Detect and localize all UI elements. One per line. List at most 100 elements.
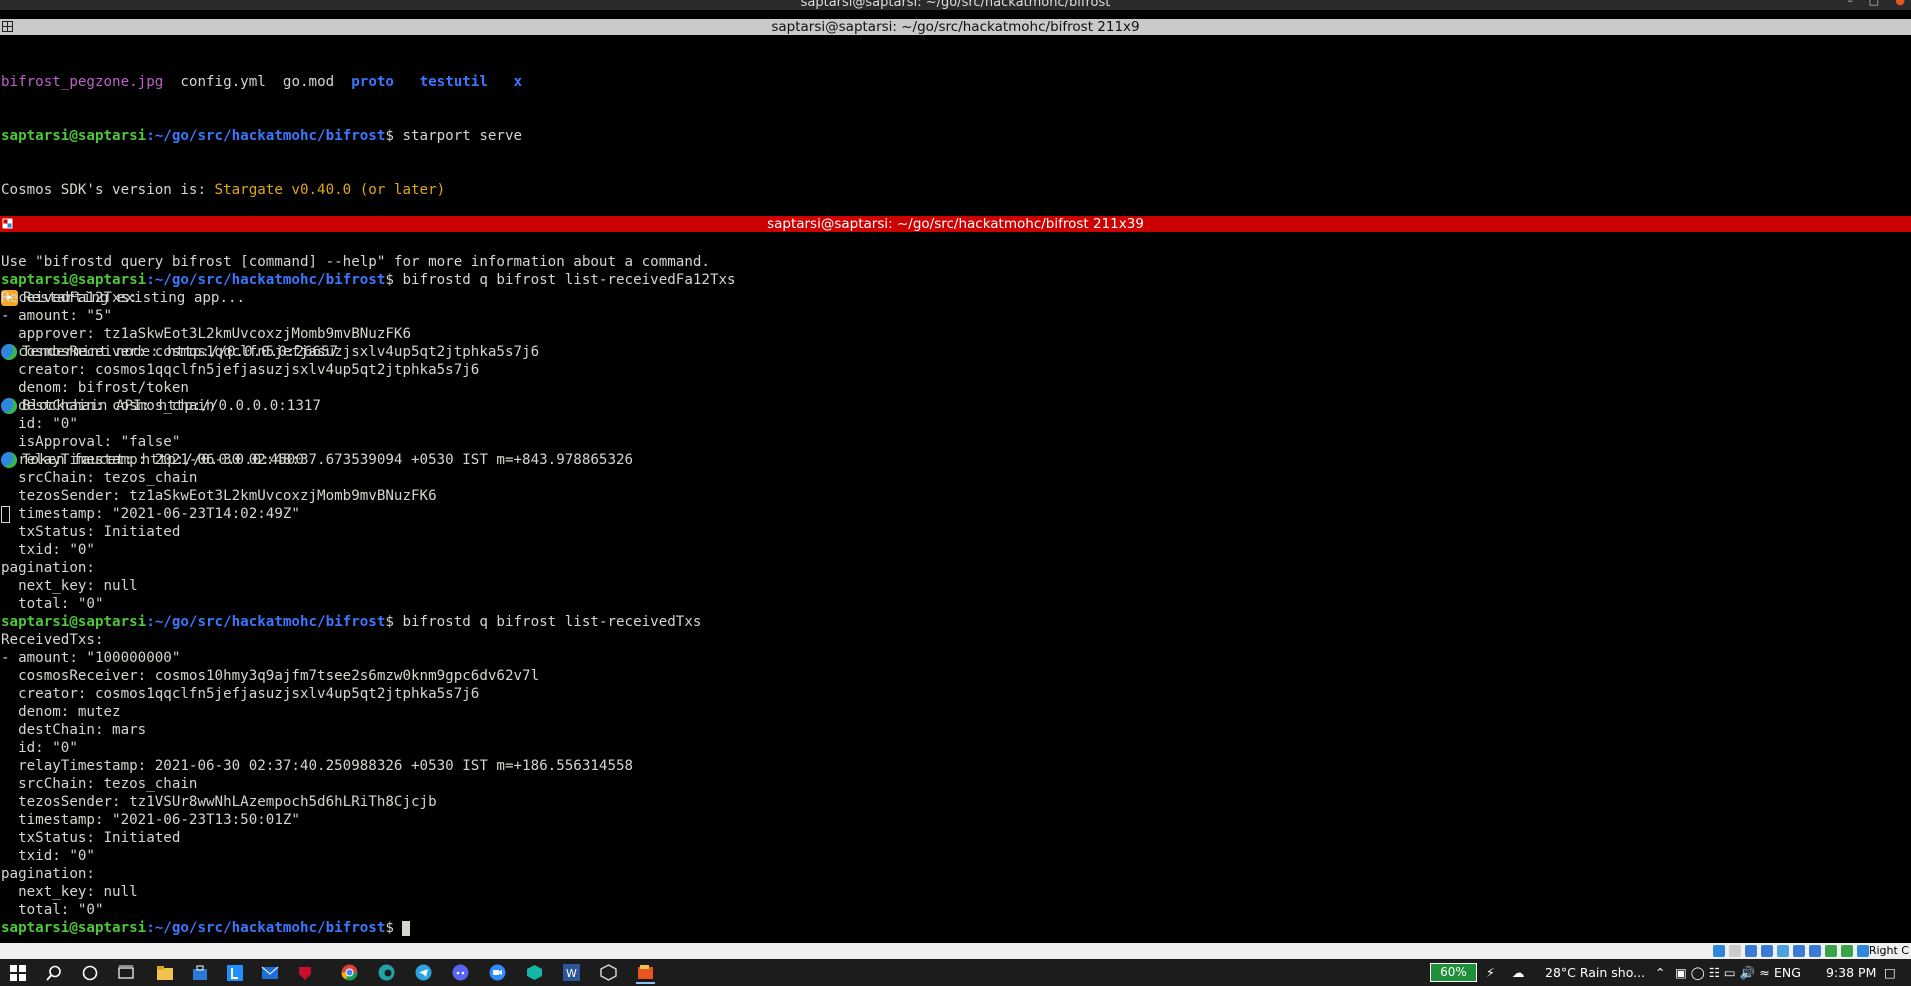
output-line: Use "bifrostd query bifrost [command] --… (1, 254, 710, 270)
top-pane-titlebar[interactable]: saptarsi@saptarsi: ~/go/src/hackatmohc/b… (0, 19, 1911, 35)
file-entry: go.mod (282, 74, 335, 90)
output-line: approver: tz1aSkwEot3L2kmUvcoxzjMomb9mvB… (1, 326, 411, 342)
output-line: - amount: "100000000" (1, 650, 181, 666)
prompt-path: :~/go/src/hackatmohc/bifrost (146, 272, 386, 288)
output-line: creator: cosmos1qqclfn5jefjasuzjsxlv4up5… (1, 362, 480, 378)
output-line: srcChain: tezos_chain (1, 470, 198, 486)
output-line: denom: bifrost/token (1, 380, 189, 396)
cube-app-icon[interactable] (525, 963, 544, 982)
clock[interactable]: 9:38 PM (1826, 965, 1876, 980)
terminal-cursor (402, 920, 411, 936)
output-line: ReceivedTxs: (1, 632, 104, 648)
output-line: txid: "0" (1, 848, 95, 864)
zoom-icon[interactable] (488, 963, 507, 982)
chevron-up-icon[interactable]: ⌃ (1655, 965, 1665, 980)
app-tray-icon[interactable] (1761, 945, 1773, 957)
command-text: $ (385, 920, 403, 936)
window-title: saptarsi@saptarsi: ~/go/src/hackatmohc/b… (800, 0, 1111, 10)
tray-toolbar: Right C (0, 943, 1911, 959)
right-ctrl-label: Right C (1868, 944, 1909, 957)
output-line: relayTimestamp: 2021-06-30 02:48:37.6735… (1, 452, 634, 468)
output-line: id: "0" (1, 740, 78, 756)
cortana-icon[interactable] (80, 963, 99, 982)
store-icon[interactable] (190, 963, 209, 982)
mcafee-icon[interactable] (295, 963, 314, 982)
output-line: timestamp: "2021-06-23T13:50:01Z" (1, 812, 300, 828)
output-line: srcChain: tezos_chain (1, 776, 198, 792)
sdk-version-line: Cosmos SDK's version is: Stargate v0.40.… (1, 181, 1906, 199)
split-pane-icon[interactable] (2, 218, 13, 229)
window-titlebar: saptarsi@saptarsi: ~/go/src/hackatmohc/b… (0, 0, 1911, 10)
output-line: cosmosReceiver: cosmos1qqclfn5jefjasuzjs… (1, 344, 540, 360)
edge-icon[interactable] (377, 963, 396, 982)
prompt-line: saptarsi@saptarsi:~/go/src/hackatmohc/bi… (1, 271, 1906, 289)
command-text: $ bifrostd q bifrost list-receivedFa12Tx… (385, 272, 736, 288)
output-line: total: "0" (1, 596, 104, 612)
bottom-terminal-pane[interactable]: Use "bifrostd query bifrost [command] --… (1, 235, 1906, 937)
app-tray-icon[interactable] (1825, 945, 1837, 957)
split-pane-icon[interactable] (2, 21, 13, 32)
discord-icon[interactable] (451, 963, 470, 982)
output-line: pagination: (1, 560, 95, 576)
app-tray-icon[interactable] (1745, 945, 1757, 957)
app-tray-icon[interactable] (1793, 945, 1805, 957)
dir-entry: testutil (419, 74, 488, 90)
dir-entry: proto (351, 74, 394, 90)
app-tray-icon[interactable] (1809, 945, 1821, 957)
telegram-icon[interactable] (414, 963, 433, 982)
prompt-user: saptarsi@saptarsi (1, 614, 147, 630)
close-icon[interactable]: ● (1895, 0, 1905, 6)
prompt-user: saptarsi@saptarsi (1, 920, 147, 936)
output-line: tezosSender: tz1aSkwEot3L2kmUvcoxzjMomb9… (1, 488, 437, 504)
sdk-version: Stargate v0.40.0 (or later) (214, 182, 446, 198)
bottom-pane-title: saptarsi@saptarsi: ~/go/src/hackatmohc/b… (767, 216, 1144, 232)
output-line: ReceivedFa12Txs: (1, 290, 138, 306)
app-tray-icon[interactable] (1841, 945, 1853, 957)
weather-icon[interactable]: ☁ (1512, 965, 1525, 980)
battery-indicator[interactable]: 60% (1430, 963, 1477, 982)
notification-icon[interactable]: □ (1884, 965, 1896, 980)
app-l-icon[interactable] (225, 963, 244, 982)
top-pane-title: saptarsi@saptarsi: ~/go/src/hackatmohc/b… (771, 19, 1140, 35)
output-line: timestamp: "2021-06-23T14:02:49Z" (1, 506, 300, 522)
command-text: $ starport serve (385, 128, 523, 144)
prompt-path: :~/go/src/hackatmohc/bifrost (146, 128, 386, 144)
output-line: relayTimestamp: 2021-06-30 02:37:40.2509… (1, 758, 634, 774)
maximize-icon[interactable]: □ (1869, 0, 1879, 6)
prompt-path: :~/go/src/hackatmohc/bifrost (146, 920, 386, 936)
chrome-icon[interactable] (340, 963, 359, 982)
prompt-line: saptarsi@saptarsi:~/go/src/hackatmohc/bi… (1, 127, 1906, 145)
output-line: txStatus: Initiated (1, 830, 181, 846)
tray-icons[interactable]: ▣ ◯ ☷ ▭ 🔊 ≈ (1675, 965, 1770, 981)
power-icon[interactable]: ⚡ (1486, 965, 1495, 980)
file-entry: config.yml (180, 74, 266, 90)
app-tray-icon[interactable] (1729, 945, 1741, 957)
file-entry: bifrost_pegzone.jpg (1, 74, 164, 90)
vm-terminal-icon[interactable] (636, 963, 655, 984)
output-line: creator: cosmos1qqclfn5jefjasuzjsxlv4up5… (1, 686, 480, 702)
language-indicator[interactable]: ENG (1774, 965, 1801, 980)
output-line: destChain: cosmos_chain (1, 398, 215, 414)
output-line: denom: mutez (1, 704, 121, 720)
virtualbox-icon[interactable] (599, 963, 618, 982)
windows-start-icon[interactable] (8, 963, 27, 982)
search-icon[interactable] (44, 963, 63, 982)
app-tray-icon[interactable] (1777, 945, 1789, 957)
task-view-icon[interactable] (116, 963, 135, 982)
word-icon[interactable]: W (562, 963, 581, 982)
output-line: txid: "0" (1, 542, 95, 558)
output-line: id: "0" (1, 416, 78, 432)
minimize-icon[interactable]: – (1848, 0, 1854, 6)
weather-text[interactable]: 28°C Rain sho... (1545, 965, 1645, 980)
file-explorer-icon[interactable] (155, 963, 174, 982)
sdk-label: Cosmos SDK's version is: (1, 182, 215, 198)
app-tray-icon[interactable] (1713, 945, 1725, 957)
prompt-path: :~/go/src/hackatmohc/bifrost (146, 614, 386, 630)
mail-icon[interactable] (260, 963, 279, 982)
command-text: $ bifrostd q bifrost list-receivedTxs (385, 614, 702, 630)
ls-output: bifrost_pegzone.jpg config.yml go.mod pr… (1, 73, 1906, 91)
app-tray-icon[interactable] (1857, 945, 1869, 957)
prompt-user: saptarsi@saptarsi (1, 128, 147, 144)
output-line: total: "0" (1, 902, 104, 918)
bottom-pane-titlebar[interactable]: saptarsi@saptarsi: ~/go/src/hackatmohc/b… (0, 216, 1911, 232)
